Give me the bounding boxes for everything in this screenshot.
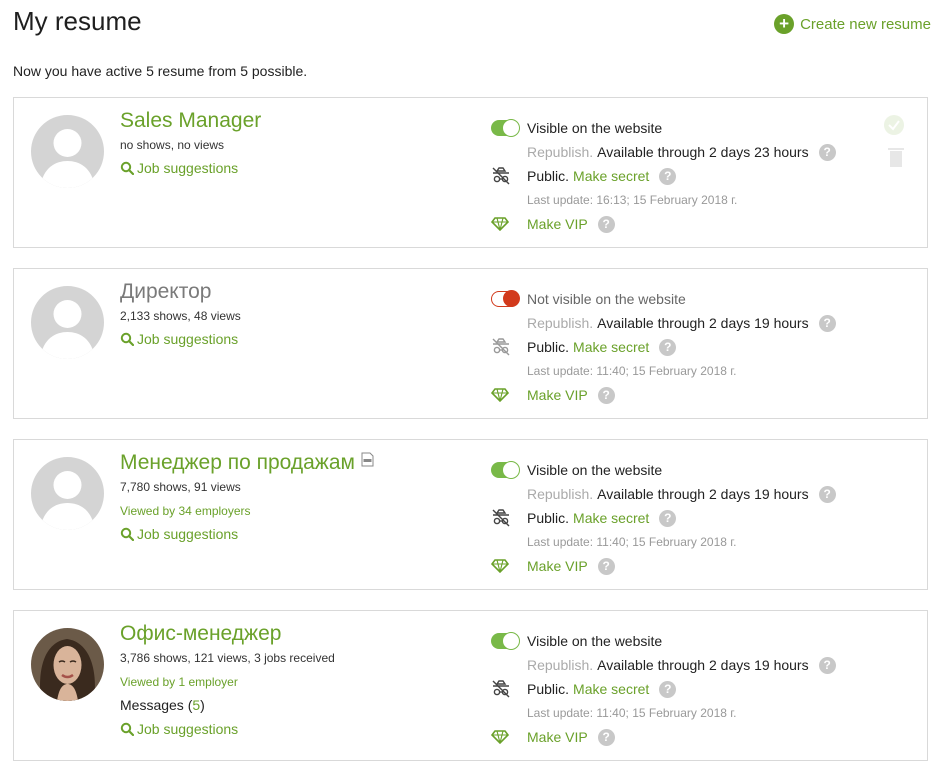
- search-icon: [120, 722, 134, 736]
- resume-stats: 3,786 shows, 121 views, 3 jobs received: [120, 651, 335, 665]
- help-icon[interactable]: ?: [818, 656, 836, 674]
- resume-title[interactable]: Офис-менеджер: [120, 621, 480, 647]
- help-icon[interactable]: ?: [659, 680, 677, 698]
- visibility-toggle[interactable]: [491, 119, 520, 137]
- last-update: Last update: 11:40; 15 February 2018 г.: [527, 706, 737, 720]
- help-icon[interactable]: ?: [659, 509, 677, 527]
- help-icon[interactable]: ?: [659, 338, 677, 356]
- diamond-icon: [491, 730, 509, 744]
- messages-count: 5: [192, 697, 201, 713]
- job-suggestions-label: Job suggestions: [137, 721, 239, 737]
- page-title: My resume: [13, 6, 142, 36]
- messages-label: Messages: [120, 697, 184, 713]
- republish-link[interactable]: Republish.: [527, 657, 593, 673]
- job-suggestions-label: Job suggestions: [137, 331, 239, 347]
- resume-title[interactable]: Sales Manager: [120, 108, 480, 134]
- avatar: [31, 115, 104, 188]
- incognito-icon: [492, 338, 510, 356]
- public-status: Public.: [527, 681, 570, 697]
- help-icon[interactable]: ?: [659, 167, 677, 185]
- help-icon[interactable]: ?: [818, 485, 836, 503]
- make-secret-link[interactable]: Make secret: [573, 681, 649, 697]
- make-secret-link[interactable]: Make secret: [573, 168, 649, 184]
- resume-title[interactable]: Менеджер по продажам: [120, 451, 355, 474]
- republish-link[interactable]: Republish.: [527, 144, 593, 160]
- viewed-by-employers[interactable]: Viewed by 34 employers: [120, 504, 480, 518]
- search-icon: [120, 527, 134, 541]
- incognito-icon: [492, 167, 510, 185]
- help-icon[interactable]: ?: [597, 386, 615, 404]
- create-resume-button[interactable]: + Create new resume: [774, 14, 931, 34]
- last-update: Last update: 11:40; 15 February 2018 г.: [527, 364, 737, 378]
- visibility-toggle[interactable]: [491, 290, 520, 307]
- incognito-icon: [492, 509, 510, 527]
- help-icon[interactable]: ?: [597, 557, 615, 575]
- republish-link[interactable]: Republish.: [527, 486, 593, 502]
- resume-card: Sales Manager no shows, no views Job sug…: [13, 97, 928, 248]
- avatar: [31, 286, 104, 359]
- resume-stats: no shows, no views: [120, 138, 225, 152]
- make-secret-link[interactable]: Make secret: [573, 510, 649, 526]
- visibility-toggle[interactable]: [491, 632, 520, 650]
- document-icon[interactable]: [361, 452, 374, 467]
- visibility-status: Visible on the website: [527, 633, 663, 649]
- resume-stats: 2,133 shows, 48 views: [120, 309, 241, 323]
- avatar: [31, 628, 104, 701]
- make-vip-link[interactable]: Make VIP: [527, 729, 588, 745]
- job-suggestions-link[interactable]: Job suggestions: [120, 526, 480, 542]
- diamond-icon: [491, 217, 509, 231]
- make-vip-link[interactable]: Make VIP: [527, 558, 588, 574]
- diamond-icon: [491, 388, 509, 402]
- incognito-icon: [492, 680, 510, 698]
- messages-link[interactable]: Messages (5): [120, 697, 480, 713]
- check-circle-icon[interactable]: [883, 114, 905, 136]
- public-status: Public.: [527, 168, 570, 184]
- help-icon[interactable]: ?: [597, 728, 615, 746]
- availability-text: Available through 2 days 19 hours: [597, 315, 809, 331]
- resume-card: Менеджер по продажам 7,780 shows, 91 vie…: [13, 439, 928, 590]
- viewed-by-employers[interactable]: Viewed by 1 employer: [120, 675, 480, 689]
- diamond-icon: [491, 559, 509, 573]
- help-icon[interactable]: ?: [818, 314, 836, 332]
- job-suggestions-label: Job suggestions: [137, 160, 239, 176]
- plus-circle-icon: +: [774, 14, 795, 34]
- availability-text: Available through 2 days 23 hours: [597, 144, 809, 160]
- job-suggestions-link[interactable]: Job suggestions: [120, 721, 480, 737]
- visibility-status: Not visible on the website: [527, 291, 686, 307]
- job-suggestions-link[interactable]: Job suggestions: [120, 160, 480, 176]
- resume-card: Офис-менеджер 3,786 shows, 121 views, 3 …: [13, 610, 928, 761]
- last-update: Last update: 11:40; 15 February 2018 г.: [527, 535, 737, 549]
- visibility-toggle[interactable]: [491, 461, 520, 479]
- active-resume-count: Now you have active 5 resume from 5 poss…: [13, 63, 308, 79]
- public-status: Public.: [527, 339, 570, 355]
- search-icon: [120, 332, 134, 346]
- search-icon: [120, 161, 134, 175]
- make-vip-link[interactable]: Make VIP: [527, 387, 588, 403]
- availability-text: Available through 2 days 19 hours: [597, 657, 809, 673]
- public-status: Public.: [527, 510, 570, 526]
- resume-title[interactable]: Директор: [120, 279, 480, 305]
- availability-text: Available through 2 days 19 hours: [597, 486, 809, 502]
- help-icon[interactable]: ?: [818, 143, 836, 161]
- resume-stats: 7,780 shows, 91 views: [120, 480, 241, 494]
- last-update: Last update: 16:13; 15 February 2018 г.: [527, 193, 738, 207]
- make-vip-link[interactable]: Make VIP: [527, 216, 588, 232]
- republish-link[interactable]: Republish.: [527, 315, 593, 331]
- trash-icon[interactable]: [887, 146, 905, 168]
- avatar: [31, 457, 104, 530]
- make-secret-link[interactable]: Make secret: [573, 339, 649, 355]
- visibility-status: Visible on the website: [527, 120, 663, 136]
- create-resume-label: Create new resume: [800, 15, 931, 33]
- job-suggestions-label: Job suggestions: [137, 526, 239, 542]
- resume-card: Директор 2,133 shows, 48 views Job sugge…: [13, 268, 928, 419]
- job-suggestions-link[interactable]: Job suggestions: [120, 331, 480, 347]
- visibility-status: Visible on the website: [527, 462, 663, 478]
- help-icon[interactable]: ?: [597, 215, 615, 233]
